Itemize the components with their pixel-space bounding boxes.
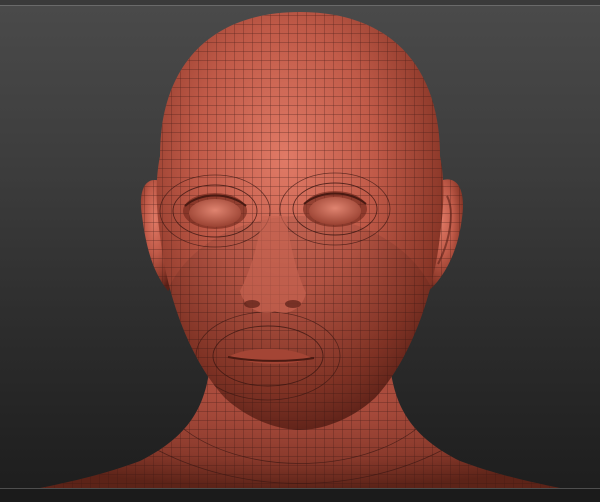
viewport-bottom-bar [0,488,600,502]
head-model-canvas[interactable] [0,6,600,488]
sculpt-app-window [0,0,600,502]
left-eye-socket [183,193,247,229]
right-eye-socket [303,191,367,227]
3d-viewport[interactable] [0,6,600,488]
